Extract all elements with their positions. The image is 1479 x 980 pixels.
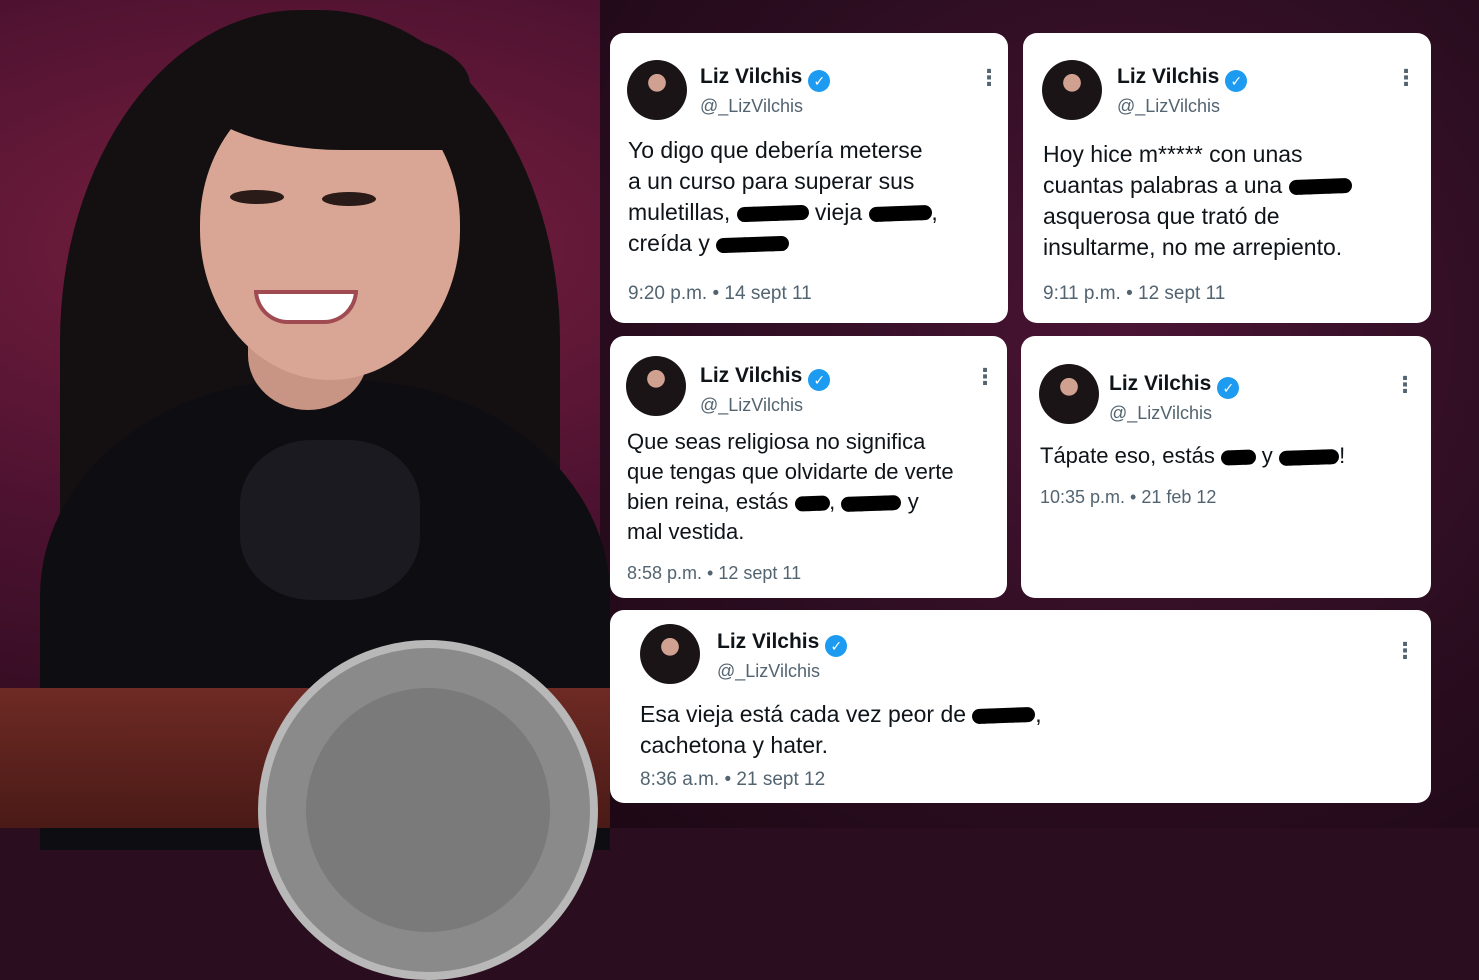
tweet-text-segment: , [931, 199, 938, 225]
author-handle[interactable]: @_LizVilchis [1117, 96, 1220, 117]
tweet-line: asquerosa que trató de [1043, 201, 1423, 232]
author-handle[interactable]: @_LizVilchis [1109, 403, 1212, 424]
tweet-text-segment: bien reina, estás [627, 489, 795, 514]
redacted-word: fea [1220, 449, 1256, 466]
avatar[interactable] [1039, 364, 1099, 424]
verified-badge-icon: ✓ [825, 635, 848, 657]
speaker-photo [0, 0, 610, 980]
tweet-card[interactable]: Liz Vilchis ✓ @_LizVilchis ⋮ Yo digo que … [610, 33, 1008, 323]
tweet-text-segment: cachetona y hater. [640, 732, 828, 758]
timestamp[interactable]: 9:20 p.m. • 14 sept 11 [628, 283, 812, 305]
tweet-card[interactable]: Liz Vilchis ✓ @_LizVilchis ⋮ Tápate eso, … [1021, 336, 1431, 598]
more-options-icon[interactable]: ⋮ [1394, 640, 1416, 662]
tweet-text-segment: que tengas que olvidarte de verte [627, 459, 954, 484]
left-eye [230, 190, 284, 204]
redacted-word: culera. [715, 236, 790, 254]
tweet-text-segment: muletillas, [628, 199, 737, 225]
tweet-card[interactable]: Liz Vilchis ✓ @_LizVilchis ⋮ Hoy hice m**… [1023, 33, 1431, 323]
redacted-word: gorda [972, 707, 1036, 725]
tweet-text-segment: creída y [628, 230, 717, 256]
verified-badge-icon: ✓ [808, 70, 831, 92]
right-eye [322, 192, 376, 206]
tweet-text-segment: Yo digo que debería meterse [628, 137, 923, 163]
avatar[interactable] [626, 356, 686, 416]
timestamp[interactable]: 9:11 p.m. • 12 sept 11 [1043, 283, 1225, 305]
more-options-icon[interactable]: ⋮ [978, 67, 1000, 89]
tweet-text-segment: insultarme, no me arrepiento. [1043, 234, 1343, 260]
author-name[interactable]: Liz Vilchis ✓ [717, 630, 848, 657]
tweet-line: bien reina, estás fea, gorda y [627, 487, 999, 517]
tweet-text-segment: Hoy hice m***** con unas [1043, 141, 1303, 167]
author-name[interactable]: Liz Vilchis ✓ [700, 364, 831, 391]
author-handle[interactable]: @_LizVilchis [700, 96, 803, 117]
tweet-text: Esa vieja está cada vez peor de gorda, ca… [640, 699, 1400, 761]
verified-badge-icon: ✓ [808, 369, 831, 391]
tweet-text: Tápate eso, estás fea y gorda! [1040, 440, 1420, 471]
tweet-line: Esa vieja está cada vez peor de gorda, [640, 699, 1400, 730]
author-handle[interactable]: @_LizVilchis [717, 661, 820, 682]
more-options-icon[interactable]: ⋮ [1394, 374, 1416, 396]
tweet-line: muletillas, pinche vieja gorda, [628, 197, 998, 228]
tweet-text-segment: mal vestida. [627, 519, 745, 544]
avatar[interactable] [1042, 60, 1102, 120]
tweet-text: Yo digo que debería meterse a un curso pa… [628, 135, 998, 259]
author-name[interactable]: Liz Vilchis ✓ [1117, 65, 1248, 92]
tweet-text-segment: , [1035, 701, 1042, 727]
tweet-card[interactable]: Liz Vilchis ✓ @_LizVilchis ⋮ Que seas rel… [610, 336, 1007, 598]
tweet-line: que tengas que olvidarte de verte [627, 457, 999, 487]
seal-eagle-emblem [306, 688, 550, 932]
timestamp[interactable]: 8:58 p.m. • 12 sept 11 [627, 563, 801, 584]
tweet-text-segment: Esa vieja está cada vez peor de [640, 701, 973, 727]
timestamp[interactable]: 8:36 a.m. • 21 sept 12 [640, 769, 825, 791]
redacted-word: fea [794, 495, 830, 512]
tweet-text-segment: ! [1339, 443, 1346, 468]
tweet-text-segment: Tápate eso, estás [1040, 443, 1221, 468]
tweet-text-segment: y [901, 489, 919, 514]
author-handle[interactable]: @_LizVilchis [700, 395, 803, 416]
national-seal [258, 640, 598, 980]
tweet-text-segment: Que seas religiosa no significa [627, 429, 926, 454]
timestamp[interactable]: 10:35 p.m. • 21 feb 12 [1040, 487, 1216, 508]
tweet-line: insultarme, no me arrepiento. [1043, 232, 1423, 263]
avatar[interactable] [640, 624, 700, 684]
tweet-line: Hoy hice m***** con unas [1043, 139, 1423, 170]
redacted-word: gorda [1288, 178, 1352, 196]
tweet-text-segment: a un curso para superar sus [628, 168, 915, 194]
tweet-card[interactable]: Liz Vilchis ✓ @_LizVilchis ⋮ Esa vieja es… [610, 610, 1431, 803]
tweet-line: cuantas palabras a una gorda [1043, 170, 1423, 201]
tweet-line: creída y culera. [628, 228, 998, 259]
redacted-word: gorda [1278, 448, 1340, 466]
avatar[interactable] [627, 60, 687, 120]
more-options-icon[interactable]: ⋮ [1395, 67, 1417, 89]
tweet-line: Yo digo que debería meterse [628, 135, 998, 166]
redacted-word: gorda [868, 205, 932, 223]
verified-badge-icon: ✓ [1225, 70, 1248, 92]
tweet-line: mal vestida. [627, 517, 999, 547]
redacted-word: pinche [736, 205, 809, 223]
tweet-line: Que seas religiosa no significa [627, 427, 999, 457]
verified-badge-icon: ✓ [1217, 377, 1240, 399]
author-name[interactable]: Liz Vilchis ✓ [1109, 372, 1240, 399]
tweet-line: Tápate eso, estás fea y gorda! [1040, 440, 1420, 471]
more-options-icon[interactable]: ⋮ [974, 366, 996, 388]
tweet-text-segment: cuantas palabras a una [1043, 172, 1289, 198]
tweet-line: a un curso para superar sus [628, 166, 998, 197]
redacted-word: gorda [841, 494, 902, 512]
tweet-text-segment: asquerosa que trató de [1043, 203, 1280, 229]
tweet-line: cachetona y hater. [640, 730, 1400, 761]
tweet-text-segment: y [1255, 443, 1279, 468]
author-name[interactable]: Liz Vilchis ✓ [700, 65, 831, 92]
tweet-text: Hoy hice m***** con unas cuantas palabras… [1043, 139, 1423, 263]
blouse-bow [240, 440, 420, 600]
tweet-text: Que seas religiosa no significa que tenga… [627, 427, 999, 547]
tweet-text-segment: , [829, 489, 842, 514]
tweet-text-segment: vieja [808, 199, 869, 225]
